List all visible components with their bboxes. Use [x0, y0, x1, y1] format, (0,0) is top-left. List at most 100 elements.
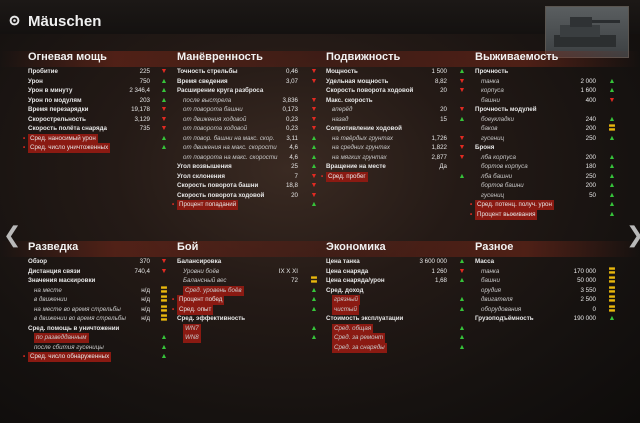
stat-row: грязный ▲	[332, 295, 470, 305]
stat-label: оборудования	[481, 305, 522, 313]
stat-row: танка 2 000 ▲	[481, 77, 620, 87]
stat-label: Цена снаряда/урон	[326, 277, 385, 284]
stat-label: от поворота на макс. скорости	[183, 153, 278, 161]
stat-row: Уровни боёв IX X XI	[183, 267, 322, 277]
section-title-fire: Огневая мощь	[28, 51, 107, 63]
stat-value: 20	[291, 191, 298, 199]
bullet-icon: •	[172, 201, 175, 208]
bullet-icon: •	[23, 144, 26, 151]
stat-label: баков	[481, 125, 498, 132]
stat-row: Скорость поворота ходовой 20 ▼	[326, 86, 470, 96]
bullet-icon: •	[470, 201, 473, 208]
stat-value: 200	[585, 125, 596, 132]
stat-value: 200	[585, 182, 596, 189]
stat-row: корпуса 1 600 ▲	[481, 86, 620, 96]
stat-label: Урон	[28, 77, 43, 85]
stat-label: Скорость поворота ходовой	[177, 191, 265, 199]
stat-value: н/д	[141, 296, 150, 303]
stat-label: на твёрдых грунтах	[332, 134, 394, 142]
stat-value: 1 600	[580, 87, 596, 94]
triangle-up-icon: ▲	[310, 144, 318, 151]
stat-label: от поворота башни	[183, 106, 243, 113]
stat-value: 250	[585, 172, 596, 180]
triangle-up-icon: ▲	[310, 163, 318, 170]
triangle-up-icon: ▲	[458, 334, 466, 341]
stat-row: оборудования 0 〓	[481, 305, 620, 315]
stat-label: Угол возвышения	[177, 163, 232, 170]
stat-row: Стоимость эксплуатации	[326, 314, 470, 324]
stat-row: Прочность	[475, 67, 620, 77]
section-title-survival: Выживаемость	[475, 51, 559, 63]
triangle-down-icon: ▼	[160, 68, 168, 75]
stat-label: Обзор	[28, 258, 48, 265]
stat-label: после выстрела	[183, 96, 232, 104]
section-title-mobility: Подвижность	[326, 51, 401, 63]
stat-label: Мощность	[326, 68, 358, 75]
stat-label: Сред. число уничтоженных	[28, 143, 111, 153]
stat-row: Вращение на месте Да	[326, 162, 470, 172]
stat-row: • Сред. число обнаруженных ▲	[23, 352, 172, 362]
stat-row: двигателя 2 500 〓	[481, 295, 620, 305]
triangle-down-icon: ▼	[160, 115, 168, 123]
stat-row: Балансировка	[177, 257, 322, 267]
stat-row: башни 400 ▼	[481, 96, 620, 106]
equal-icon: 〓	[160, 286, 168, 294]
stat-value: 180	[585, 163, 596, 170]
section-title-economy: Экономика	[326, 241, 386, 253]
stat-row: гусениц 250 ▲	[481, 134, 620, 144]
stat-label: Процент побед	[177, 295, 225, 305]
stat-row: Значения маскировки	[28, 276, 172, 286]
stat-label: на месте	[34, 286, 62, 294]
stat-value: н/д	[141, 315, 150, 322]
stat-label: Сред. уровень боёв	[183, 285, 244, 296]
stat-value: 370	[139, 258, 150, 265]
equal-icon: 〓	[608, 305, 616, 313]
triangle-up-icon: ▲	[608, 315, 616, 322]
triangle-down-icon: ▼	[310, 125, 318, 132]
triangle-up-icon: ▲	[160, 77, 168, 85]
triangle-up-icon: ▲	[310, 153, 318, 161]
bullet-icon: •	[470, 210, 473, 218]
stat-value: Да	[439, 163, 447, 170]
stat-label: лба корпуса	[481, 153, 516, 161]
stat-label: Пробитие	[28, 68, 58, 75]
stat-row: по разведданным ▲	[34, 333, 172, 343]
stat-label: Скорость полёта снаряда	[28, 125, 107, 132]
stat-label: гусениц	[481, 134, 505, 142]
stat-row: • Процент побед ▲	[172, 295, 322, 305]
stat-value: IX X XI	[278, 267, 298, 275]
stat-value: 7	[294, 172, 298, 180]
triangle-up-icon: ▲	[458, 305, 466, 313]
stat-value: 8,82	[434, 77, 447, 85]
stat-label: Скорострельность	[28, 115, 86, 123]
next-arrow-icon[interactable]: ❯	[626, 222, 640, 248]
stat-label: грязный	[332, 295, 361, 305]
stat-value: 3 600 000	[419, 258, 447, 265]
triangle-up-icon: ▲	[608, 201, 616, 208]
stat-row: Угол возвышения 25 ▲	[177, 162, 322, 172]
stat-row: • Сред. потенц. получ. урон ▲	[470, 200, 620, 210]
triangle-up-icon: ▲	[458, 172, 466, 180]
triangle-down-icon: ▼	[458, 77, 466, 85]
triangle-up-icon: ▲	[310, 201, 318, 208]
triangle-up-icon: ▲	[608, 182, 616, 189]
stat-label: Сред. потенц. получ. урон	[475, 200, 554, 210]
triangle-down-icon: ▼	[458, 134, 466, 142]
stat-row: на твёрдых грунтах 1,726 ▼	[332, 134, 470, 144]
stat-value: 1 260	[431, 267, 447, 275]
prev-arrow-icon[interactable]: ❮	[3, 222, 21, 248]
triangle-up-icon: ▲	[160, 134, 168, 142]
stat-label: Сред. эффективность	[177, 315, 246, 322]
section-title-misc: Разное	[475, 241, 514, 253]
stat-row: Скорость поворота башни 18,8 ▼	[177, 181, 322, 191]
bullet-icon: •	[23, 134, 26, 142]
stat-row: Угол склонения 7 ▼	[177, 172, 322, 182]
triangle-down-icon: ▼	[310, 77, 318, 85]
stat-label: вперёд	[332, 106, 353, 113]
stat-row: Урон по модулям 203 ▲	[28, 96, 172, 106]
stat-label: на месте во время стрельбы	[34, 305, 121, 313]
equal-icon: 〓	[160, 315, 168, 322]
stat-label: Цена танка	[326, 258, 360, 265]
triangle-down-icon: ▼	[608, 96, 616, 104]
stat-label: по разведданным	[34, 333, 89, 343]
